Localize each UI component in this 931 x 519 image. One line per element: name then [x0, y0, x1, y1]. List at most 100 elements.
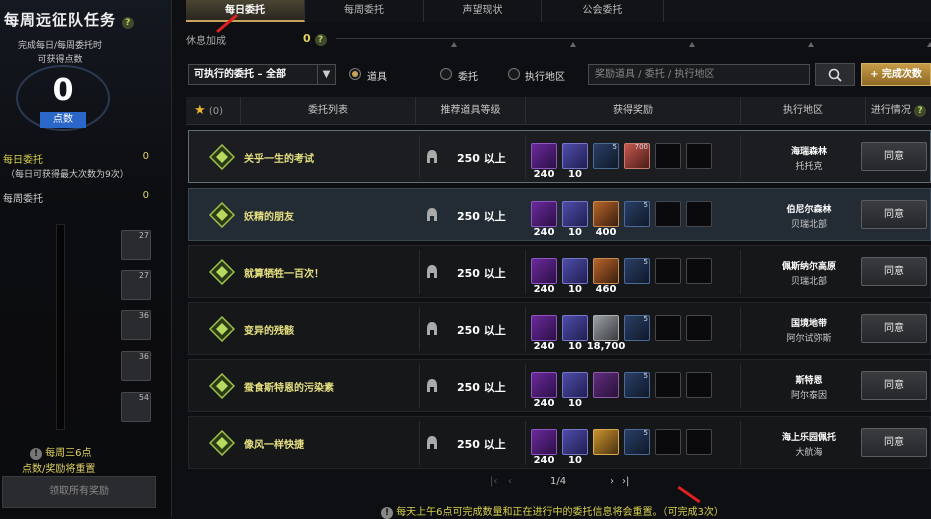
region-name: 伯尼尔森林: [786, 205, 832, 215]
item-level: 250 以上: [457, 381, 506, 394]
quest-icon: [209, 316, 235, 342]
weekly-row: 每周委托 0: [3, 190, 149, 205]
header-region: 执行地区: [741, 97, 866, 125]
star-icon: ★: [194, 103, 206, 118]
daily-value: 0: [142, 151, 149, 162]
reward-slot[interactable]: 36: [121, 351, 151, 381]
reward-count: 240: [533, 227, 555, 238]
rest-bonus-label: 休息加成: [186, 36, 226, 47]
accept-button[interactable]: 同意: [861, 314, 927, 343]
reward-potion-icon[interactable]: 5: [624, 201, 650, 227]
reward-lantern-icon[interactable]: [593, 201, 619, 227]
reward-slot[interactable]: 54: [121, 392, 151, 422]
prev-page-button[interactable]: ‹: [508, 476, 512, 487]
first-page-button[interactable]: |‹: [490, 476, 497, 487]
tick-icon: [570, 42, 576, 47]
reward-gem-icon[interactable]: [531, 429, 557, 455]
table-row[interactable]: 关乎一生的考试 250 以上 240 10 5 700 海瑞森林 托托克 同意: [188, 130, 931, 183]
help-icon[interactable]: ?: [914, 105, 927, 117]
reward-meat-icon[interactable]: 700: [624, 143, 650, 169]
reward-heart-icon[interactable]: [562, 258, 588, 284]
tab-guild[interactable]: 公会委托: [542, 0, 664, 22]
reward-heart-icon[interactable]: [562, 315, 588, 341]
reward-ore-icon[interactable]: [593, 315, 619, 341]
reward-lantern-icon[interactable]: [593, 258, 619, 284]
quest-name: 蚕食斯特恩的污染素: [244, 383, 334, 394]
tab-bar: 每日委托 每周委托 声望现状 公会委托: [186, 0, 931, 22]
subregion-name: 大航海: [795, 448, 823, 458]
empty-slot: [655, 258, 681, 284]
tab-reputation[interactable]: 声望现状: [424, 0, 542, 22]
accept-button[interactable]: 同意: [861, 200, 927, 229]
header-quest-list: 委托列表: [241, 97, 416, 125]
claim-all-button[interactable]: 领取所有奖励: [2, 476, 156, 508]
reward-gem-icon[interactable]: [531, 315, 557, 341]
quest-name: 变异的残骸: [244, 326, 294, 337]
completion-count-button[interactable]: + 完成次数: [861, 63, 931, 86]
reward-gem-icon[interactable]: [531, 143, 557, 169]
reward-potion-icon[interactable]: 5: [624, 258, 650, 284]
accept-button[interactable]: 同意: [861, 371, 927, 400]
info-icon: !: [30, 448, 42, 460]
radio-region[interactable]: [508, 68, 520, 80]
progress-rail: [56, 224, 65, 430]
reward-potion-icon[interactable]: 5: [624, 372, 650, 398]
reward-slot[interactable]: 27: [121, 270, 151, 300]
accept-button[interactable]: 同意: [861, 257, 927, 286]
reward-chest-icon[interactable]: [593, 372, 619, 398]
reward-count: 10: [568, 398, 582, 409]
help-icon[interactable]: ?: [314, 34, 327, 46]
item-level: 250 以上: [457, 324, 506, 337]
help-icon[interactable]: ?: [122, 17, 135, 29]
daily-note: （每日可获得最大次数为9次）: [6, 170, 129, 180]
favorite-header[interactable]: ★ (0): [186, 97, 241, 125]
table-row[interactable]: 蚕食斯特恩的污染素 250 以上 240 10 5 斯特恩 阿尔泰因 同意: [188, 359, 931, 412]
tick-icon: [808, 42, 814, 47]
table-row[interactable]: 就算牺牲一百次！ 250 以上 240 10 460 5 佩斯纳尔高原 贝瑞北部…: [188, 245, 931, 298]
reward-heart-icon[interactable]: [562, 429, 588, 455]
tab-weekly[interactable]: 每周委托: [305, 0, 424, 22]
empty-slot: [655, 315, 681, 341]
reset-note-2: 点数/奖励将重置: [22, 464, 96, 475]
subregion-name: 贝瑞北部: [790, 277, 827, 287]
radio-item[interactable]: [349, 68, 361, 80]
table-row[interactable]: 妖精的朋友 250 以上 240 10 400 5 伯尼尔森林 贝瑞北部 同意: [188, 188, 931, 241]
radio-region-label: 执行地区: [525, 72, 565, 83]
points-label: 点数: [40, 112, 86, 128]
subregion-name: 贝瑞北部: [790, 220, 827, 230]
accept-button[interactable]: 同意: [861, 142, 927, 171]
search-icon: [828, 68, 842, 82]
reward-heart-icon[interactable]: [562, 201, 588, 227]
reward-count: 10: [568, 455, 582, 466]
reward-potion-icon[interactable]: 5: [593, 143, 619, 169]
reward-badge-icon[interactable]: [593, 429, 619, 455]
reward-heart-icon[interactable]: [562, 372, 588, 398]
reward-slot[interactable]: 27: [121, 230, 151, 260]
reward-count: 10: [568, 284, 582, 295]
last-page-button[interactable]: ›|: [622, 476, 629, 487]
reward-slot[interactable]: 36: [121, 310, 151, 340]
reward-gem-icon[interactable]: [531, 201, 557, 227]
reward-gem-icon[interactable]: [531, 258, 557, 284]
subregion-name: 阿尔试弥斯: [786, 334, 832, 344]
reward-gem-icon[interactable]: [531, 372, 557, 398]
reward-count: 10: [568, 227, 582, 238]
search-button[interactable]: [815, 63, 855, 86]
tab-daily[interactable]: 每日委托: [186, 0, 305, 22]
search-input[interactable]: 奖励道具 / 委托 / 执行地区: [588, 64, 810, 85]
accept-button[interactable]: 同意: [861, 428, 927, 457]
quest-icon: [209, 430, 235, 456]
subregion-name: 阿尔泰因: [790, 391, 827, 401]
radio-quest[interactable]: [440, 68, 452, 80]
reward-potion-icon[interactable]: 5: [624, 429, 650, 455]
table-row[interactable]: 像风一样快捷 250 以上 240 10 5 海上乐园佩托 大航海 同意: [188, 416, 931, 469]
quest-filter-dropdown[interactable]: 可执行的委托 – 全部 ▼: [188, 64, 336, 85]
next-page-button[interactable]: ›: [610, 476, 614, 487]
reward-count: 400: [595, 227, 617, 238]
reward-heart-icon[interactable]: [562, 143, 588, 169]
reward-potion-icon[interactable]: 5: [624, 315, 650, 341]
empty-slot: [686, 315, 712, 341]
item-level: 250 以上: [457, 438, 506, 451]
table-row[interactable]: 变异的残骸 250 以上 240 10 18,700 5 国境地带 阿尔试弥斯 …: [188, 302, 931, 355]
reward-count: 460: [595, 284, 617, 295]
